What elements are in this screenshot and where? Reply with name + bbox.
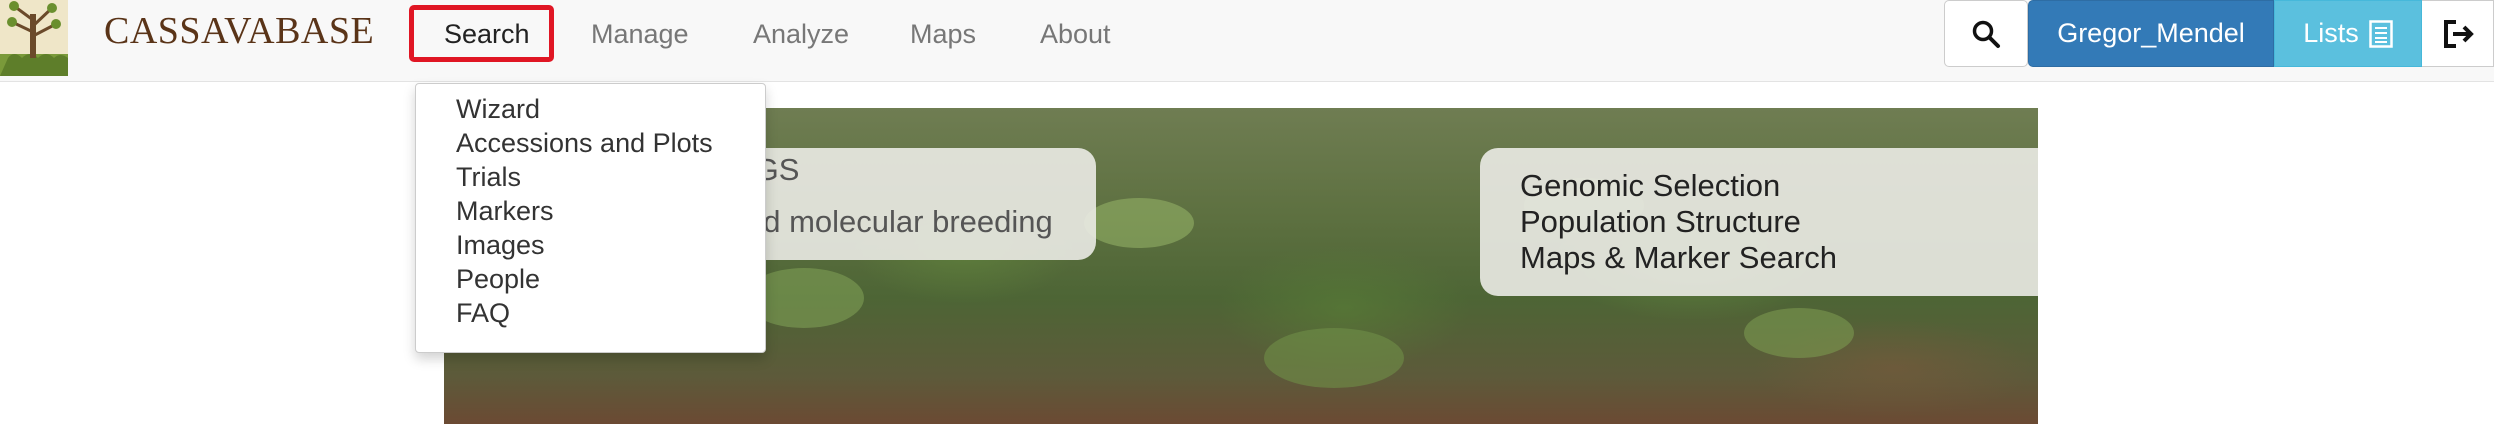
hero-caption-right: Genomic Selection Population Structure M… [1480, 148, 2038, 296]
search-dropdown-menu: Wizard Accessions and Plots Trials Marke… [415, 83, 766, 353]
menu-item-people[interactable]: People [456, 264, 540, 295]
hero-right-line-1: Genomic Selection [1520, 168, 1781, 203]
menu-item-wizard[interactable]: Wizard [456, 94, 540, 125]
nav-analyze[interactable]: Analyze [753, 19, 849, 50]
list-icon [2369, 19, 2393, 48]
menu-item-images[interactable]: Images [456, 230, 545, 261]
hero-right-line-3: Maps & Marker Search [1520, 240, 1837, 275]
menu-item-accessions-and-plots[interactable]: Accessions and Plots [456, 128, 713, 159]
menu-item-trials[interactable]: Trials [456, 162, 521, 193]
nav-maps[interactable]: Maps [910, 19, 976, 50]
cassava-tree-logo[interactable] [0, 0, 68, 76]
site-brand[interactable]: CASSAVABASE [104, 9, 374, 53]
menu-item-markers[interactable]: Markers [456, 196, 554, 227]
nav-manage[interactable]: Manage [591, 19, 689, 50]
nav-about[interactable]: About [1040, 19, 1111, 50]
hero-right-line-2: Population Structure [1520, 204, 1801, 239]
logout-icon [2443, 19, 2474, 48]
user-button[interactable]: Gregor_Mendel [2028, 0, 2274, 67]
lists-button-label: Lists [2303, 18, 2359, 48]
search-button[interactable] [1944, 0, 2028, 67]
logout-button[interactable] [2422, 0, 2494, 67]
lists-button[interactable]: Lists [2274, 0, 2422, 67]
search-icon [1972, 20, 2000, 48]
nav-search[interactable]: Search [444, 19, 530, 50]
navbar: CASSAVABASE Search Manage Analyze Maps A… [0, 0, 2494, 82]
user-button-label: Gregor_Mendel [2057, 18, 2245, 48]
menu-item-faq[interactable]: FAQ [456, 298, 510, 329]
hero-left-line-2: nd molecular breeding [746, 204, 1053, 239]
